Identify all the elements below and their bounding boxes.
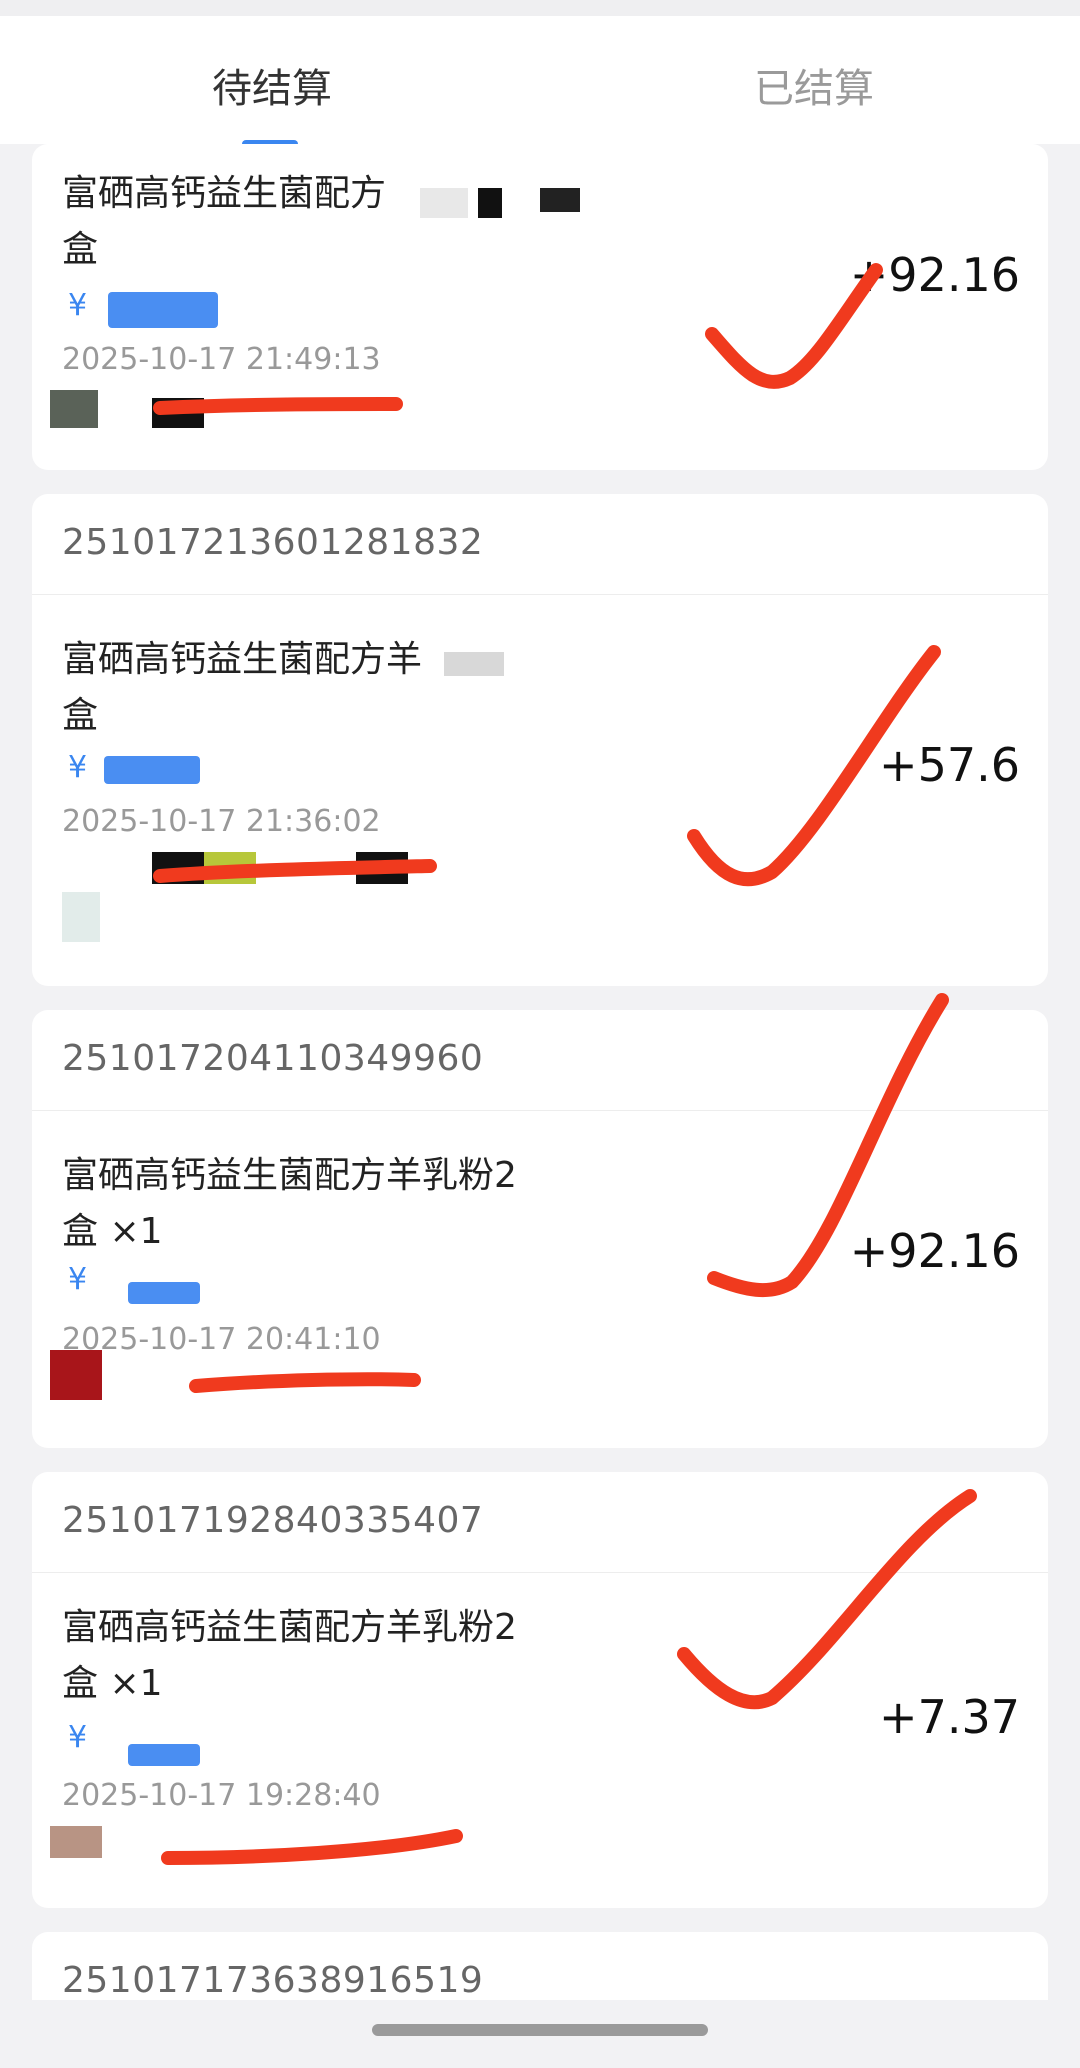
product-name: 富硒高钙益生菌配方羊乳粉2 [62,1607,517,1648]
product-qty: 盒 [62,695,99,736]
redaction [204,852,256,884]
product-name: 富硒高钙益生菌配方羊 [62,639,423,680]
commission-amount: +7.37 [879,1690,1020,1744]
price-symbol: ¥ [68,288,88,323]
commission-amount: +92.16 [849,248,1020,302]
order-card[interactable]: 251017192840335407 富硒高钙益生菌配方羊乳粉2 盒 ×1 ¥ … [32,1472,1048,1908]
price-redacted [128,1282,200,1304]
divider [32,594,1048,595]
order-time: 2025-10-17 21:36:02 [62,804,381,839]
price-symbol: ¥ [68,1720,88,1755]
price-redacted [108,292,218,328]
avatar [50,1826,102,1858]
avatar [62,892,100,942]
order-number[interactable]: 251017204110349960 [62,1038,483,1079]
redaction [152,398,204,428]
price-symbol: ¥ [68,1262,88,1297]
product-name: 富硒高钙益生菌配方羊乳粉2 [62,1155,517,1196]
order-number[interactable]: 251017173638916519 [62,1960,483,2001]
product-qty: 盒 [62,229,99,270]
order-time: 2025-10-17 21:49:13 [62,342,381,377]
tab-settled[interactable]: 已结算 [754,56,874,114]
redaction [444,652,504,676]
avatar [50,390,98,428]
product-name: 富硒高钙益生菌配方 [62,173,387,214]
divider [32,1572,1048,1573]
redaction [540,188,580,212]
product-qty: 盒 ×1 [62,1211,163,1252]
order-number[interactable]: 251017192840335407 [62,1500,483,1541]
product-qty: 盒 ×1 [62,1663,163,1704]
order-card[interactable]: 251017213601281832 富硒高钙益生菌配方羊 盒 ¥ 2025-1… [32,494,1048,986]
avatar [50,1350,102,1400]
order-card[interactable]: 富硒高钙益生菌配方 盒 ¥ 2025-10-17 21:49:13 +92.16 [32,144,1048,470]
status-bar [0,0,1080,17]
divider [32,1110,1048,1111]
redaction [478,188,502,218]
tab-pending-settlement[interactable]: 待结算 [212,56,332,114]
price-symbol: ¥ [68,750,88,785]
redaction [356,852,408,884]
commission-amount: +92.16 [849,1224,1020,1278]
price-redacted [104,756,200,784]
commission-amount: +57.6 [879,738,1020,792]
order-card[interactable]: 251017204110349960 富硒高钙益生菌配方羊乳粉2 盒 ×1 ¥ … [32,1010,1048,1448]
order-time: 2025-10-17 19:28:40 [62,1778,381,1813]
order-time: 2025-10-17 20:41:10 [62,1322,381,1357]
home-indicator[interactable] [372,2024,708,2036]
tab-bar: 待结算 已结算 [0,16,1080,148]
price-redacted [128,1744,200,1766]
redaction [420,188,468,218]
order-number[interactable]: 251017213601281832 [62,522,483,563]
redaction [152,852,204,884]
